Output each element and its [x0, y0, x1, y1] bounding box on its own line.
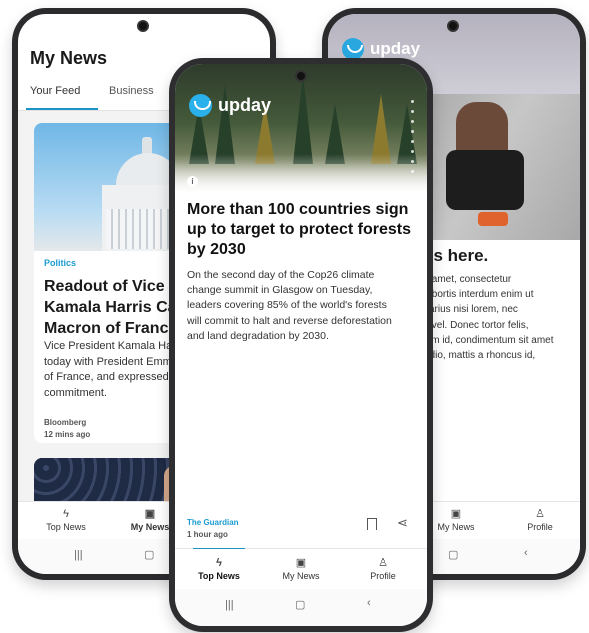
upday-logo: upday — [189, 94, 271, 117]
home-icon[interactable]: ▢ — [448, 548, 458, 561]
nav-profile[interactable]: ♙ Profile — [512, 508, 568, 532]
nav-label: Top News — [46, 522, 86, 532]
upday-logo-icon — [342, 38, 364, 60]
article-title: es here. — [424, 246, 489, 265]
info-icon[interactable]: i — [187, 176, 198, 187]
bottom-nav: ϟ Top News ▣ My News ♙ Profile — [175, 549, 427, 589]
article-summary: On the second day of the Cop26 climate c… — [187, 269, 392, 342]
back-icon[interactable]: ‹ — [524, 547, 528, 559]
nav-label: My News — [282, 571, 320, 581]
system-nav-bar: ||| ▢ ‹ — [175, 589, 427, 626]
news-icon: ▣ — [450, 508, 462, 520]
nav-label: Profile — [370, 571, 396, 581]
recents-icon[interactable]: ||| — [225, 599, 234, 611]
article-source: The Guardian — [187, 518, 239, 527]
article-text: it amet, consectetur lobortis interdum e… — [424, 274, 554, 362]
front-camera — [447, 20, 459, 32]
card-time: 12 mins ago — [44, 430, 91, 439]
recents-icon[interactable]: ||| — [74, 549, 83, 561]
nav-label: Top News — [198, 571, 240, 581]
bookmark-icon[interactable] — [367, 518, 377, 530]
article-headline: More than 100 countries sign up to targe… — [187, 201, 412, 258]
upday-logo: upday — [342, 38, 420, 60]
news-icon: ▣ — [295, 557, 307, 569]
promo-stage: My News Your Feed Business Politics Read… — [0, 0, 589, 633]
person-icon: ♙ — [378, 557, 388, 569]
front-camera — [295, 70, 307, 82]
home-icon[interactable]: ▢ — [144, 548, 154, 561]
center-phone: upday i More than 100 countries sign up … — [169, 58, 433, 632]
back-icon[interactable]: ‹ — [367, 597, 371, 609]
article-time: 1 hour ago — [187, 530, 228, 539]
person-icon: ♙ — [535, 508, 545, 520]
nav-top-news[interactable]: ϟ Top News — [38, 508, 94, 532]
page-title: My News — [30, 48, 108, 68]
home-icon[interactable]: ▢ — [295, 598, 305, 611]
card-source: Bloomberg — [44, 418, 87, 427]
nav-my-news[interactable]: ▣ My News — [428, 508, 484, 532]
nav-label: My News — [437, 522, 475, 532]
tab-business[interactable]: Business — [109, 85, 154, 97]
logo-text: upday — [218, 95, 272, 115]
upday-logo-icon — [189, 94, 212, 117]
lightning-icon: ϟ — [63, 508, 69, 520]
lightning-icon: ϟ — [216, 557, 222, 569]
share-icon[interactable]: ⋖ — [397, 515, 408, 531]
page-indicator-dots — [411, 100, 415, 180]
center-screen: upday i More than 100 countries sign up … — [175, 64, 427, 626]
nav-my-news[interactable]: ▣ My News — [273, 557, 329, 581]
logo-text: upday — [370, 39, 421, 58]
tab-your-feed[interactable]: Your Feed — [30, 85, 80, 97]
category-label: Politics — [44, 258, 77, 268]
nav-profile[interactable]: ♙ Profile — [355, 557, 411, 581]
front-camera — [137, 20, 149, 32]
image-fade — [175, 154, 427, 194]
nav-top-news[interactable]: ϟ Top News — [189, 557, 249, 581]
nav-label: Profile — [527, 522, 553, 532]
nav-label: My News — [130, 522, 170, 532]
